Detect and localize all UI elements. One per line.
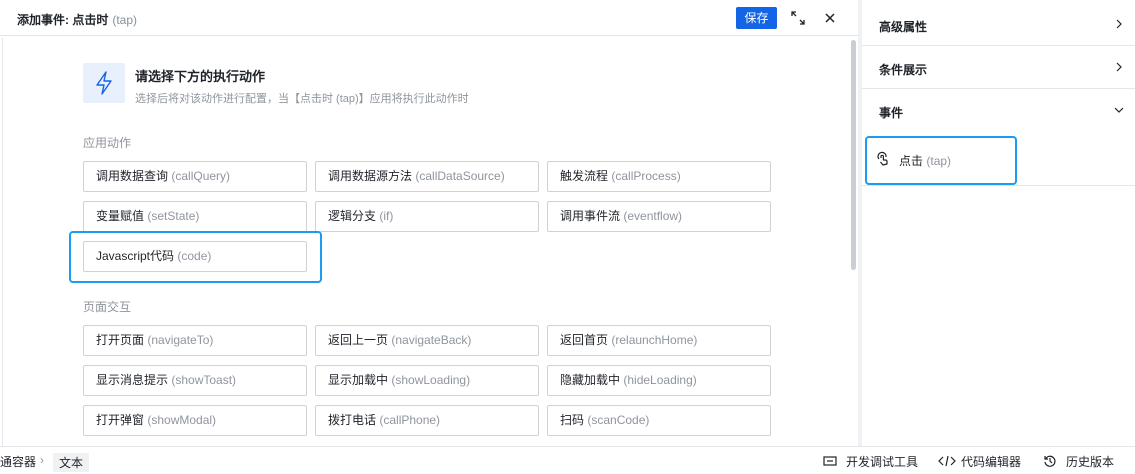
history-icon[interactable] [1043, 454, 1057, 468]
section-label-app: 应用动作 [83, 136, 132, 150]
event-item-highlight [865, 136, 1017, 185]
action-relaunch-home[interactable]: 返回首页 (relaunchHome) [547, 325, 771, 356]
action-call-query[interactable]: 调用数据查询 (callQuery) [83, 161, 307, 192]
section-label-page: 页面交互 [83, 300, 132, 314]
action-navigate-to[interactable]: 打开页面 (navigateTo) [83, 325, 307, 356]
action-show-modal[interactable]: 打开弹窗 (showModal) [83, 405, 307, 436]
app-root: 添加事件: 点击时 (tap) 保存 请选择下方的执行动作 选择后将对该动作进行配… [0, 0, 1135, 474]
action-scan-code[interactable]: 扫码 (scanCode) [547, 405, 771, 436]
breadcrumb-separator-icon: › [40, 453, 44, 467]
action-if[interactable]: 逻辑分支 (if) [315, 201, 539, 232]
chevron-right-icon [1116, 62, 1122, 72]
action-eventflow[interactable]: 调用事件流 (eventflow) [547, 201, 771, 232]
action-call-data-source[interactable]: 调用数据源方法 (callDataSource) [315, 161, 539, 192]
breadcrumb-parent[interactable]: 通容器 [0, 453, 36, 470]
action-list: 请选择下方的执行动作 选择后将对该动作进行配置，当【点击时 (tap)】应用将执… [2, 38, 848, 446]
panel-title: 添加事件: 点击时 (tap) [17, 11, 137, 28]
status-bar: 通容器 › 文本 开发调试工具 代码编辑器 历史版本 [0, 446, 1135, 474]
save-button[interactable]: 保存 [736, 7, 777, 29]
action-call-process[interactable]: 触发流程 (callProcess) [547, 161, 771, 192]
panel-title-sub: (tap) [112, 13, 138, 27]
lightning-icon [83, 63, 125, 103]
intro-desc: 选择后将对该动作进行配置，当【点击时 (tap)】应用将执行此动作时 [135, 93, 469, 105]
expand-icon[interactable] [790, 10, 806, 26]
code-action-highlight [69, 231, 322, 283]
panel-title-text: 添加事件: 点击时 [17, 13, 109, 27]
vertical-scrollbar[interactable] [851, 40, 856, 270]
debug-console-icon[interactable] [823, 454, 837, 468]
conditional-display-row[interactable]: 条件展示 [862, 46, 1135, 89]
divider [862, 185, 1135, 186]
action-call-phone[interactable]: 拨打电话 (callPhone) [315, 405, 539, 436]
history-button[interactable]: 历史版本 [1066, 453, 1114, 470]
advanced-properties-label: 高级属性 [879, 20, 928, 34]
action-navigate-back[interactable]: 返回上一页 (navigateBack) [315, 325, 539, 356]
chevron-down-icon [1114, 107, 1124, 113]
debug-tool-button[interactable]: 开发调试工具 [846, 453, 918, 470]
action-show-toast[interactable]: 显示消息提示 (showToast) [83, 365, 307, 396]
intro-title: 请选择下方的执行动作 [135, 69, 266, 84]
code-editor-button[interactable]: 代码编辑器 [961, 453, 1021, 470]
panel-header: 添加事件: 点击时 (tap) 保存 [0, 0, 858, 36]
add-event-panel: 添加事件: 点击时 (tap) 保存 请选择下方的执行动作 选择后将对该动作进行配… [0, 0, 858, 446]
close-icon[interactable] [822, 10, 838, 26]
events-row[interactable]: 事件 [862, 89, 1135, 132]
conditional-display-label: 条件展示 [879, 63, 928, 77]
properties-panel: 高级属性 条件展示 事件 点击 (tap) [862, 0, 1135, 446]
action-hide-loading[interactable]: 隐藏加载中 (hideLoading) [547, 365, 771, 396]
advanced-properties-row[interactable]: 高级属性 [862, 3, 1135, 46]
events-label: 事件 [879, 106, 904, 120]
breadcrumb-current[interactable]: 文本 [53, 453, 90, 472]
code-icon[interactable] [938, 454, 956, 468]
chevron-right-icon [1116, 19, 1122, 29]
action-set-state[interactable]: 变量赋值 (setState) [83, 201, 307, 232]
action-show-loading[interactable]: 显示加载中 (showLoading) [315, 365, 539, 396]
